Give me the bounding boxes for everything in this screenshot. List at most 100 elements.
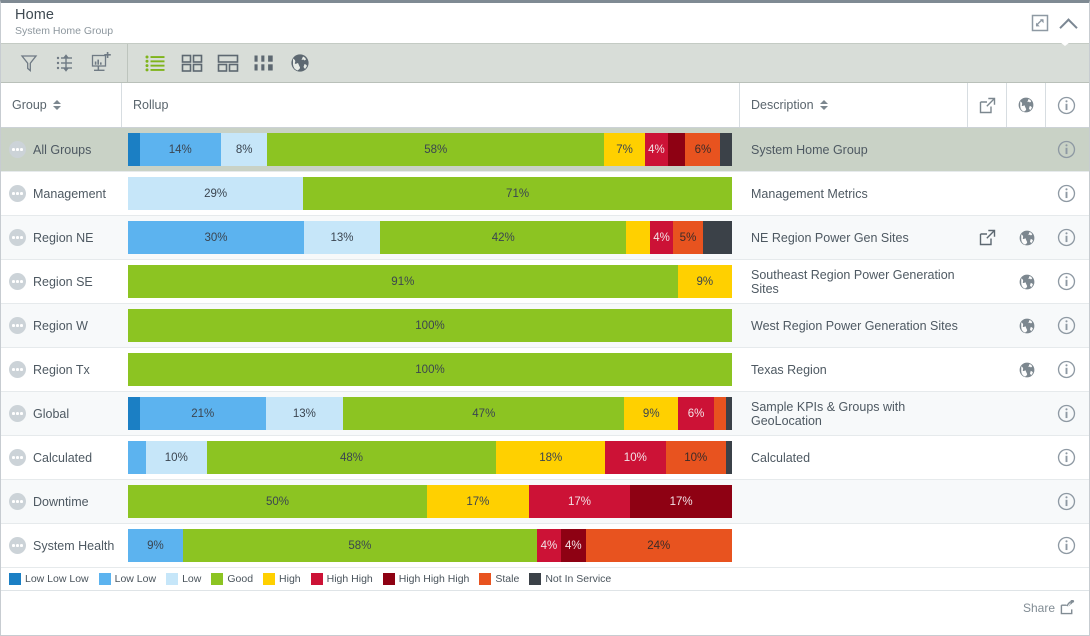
row-rollup-cell[interactable]: 29% 71%	[122, 172, 740, 215]
table-row[interactable]: System Health 9% 58% 4% 4% 24%	[1, 524, 1089, 568]
rollup-stacked-bar[interactable]: 100%	[128, 353, 732, 386]
rollup-segment[interactable]	[714, 397, 726, 430]
legend-item[interactable]: Stale	[479, 573, 519, 585]
rollup-segment[interactable]: 9%	[624, 397, 679, 430]
filter-icon[interactable]	[11, 46, 47, 80]
row-rollup-cell[interactable]: 91% 9%	[122, 260, 740, 303]
panel-view-icon[interactable]	[210, 46, 246, 80]
legend-item[interactable]: Low Low	[98, 573, 156, 585]
row-rollup-cell[interactable]: 100%	[122, 304, 740, 347]
rollup-stacked-bar[interactable]: 30% 13% 42% 4% 5%	[128, 221, 732, 254]
row-globe-button[interactable]	[1007, 348, 1046, 391]
rollup-segment[interactable]: 91%	[128, 265, 678, 298]
rollup-stacked-bar[interactable]: 100%	[128, 309, 732, 342]
row-menu-icon[interactable]	[9, 229, 26, 246]
rollup-stacked-bar[interactable]: 50% 17% 17% 17%	[128, 485, 732, 518]
list-view-icon[interactable]	[138, 46, 174, 80]
row-info-button[interactable]	[1046, 216, 1087, 259]
rollup-segment[interactable]: 17%	[427, 485, 529, 518]
legend-item[interactable]: Good	[211, 573, 253, 585]
table-row[interactable]: Region SE 91% 9% Southeast Region Power Gen…	[1, 260, 1089, 304]
rollup-segment[interactable]: 24%	[585, 529, 732, 562]
rollup-stacked-bar[interactable]: 91% 9%	[128, 265, 732, 298]
rollup-segment[interactable]	[626, 221, 650, 254]
row-menu-icon[interactable]	[9, 185, 26, 202]
row-menu-icon[interactable]	[9, 449, 26, 466]
rollup-segment[interactable]: 58%	[182, 529, 537, 562]
rollup-segment[interactable]: 29%	[128, 177, 304, 210]
rollup-segment[interactable]: 13%	[265, 397, 344, 430]
table-row[interactable]: Calculated 10% 48% 18% 10% 10% Calculated	[1, 436, 1089, 480]
row-rollup-cell[interactable]: 100%	[122, 348, 740, 391]
rollup-segment[interactable]: 17%	[528, 485, 631, 518]
rollup-segment[interactable]: 17%	[630, 485, 732, 518]
rollup-segment[interactable]	[720, 133, 732, 166]
rollup-segment[interactable]: 9%	[128, 529, 183, 562]
row-menu-icon[interactable]	[9, 317, 26, 334]
rollup-segment[interactable]: 6%	[685, 133, 721, 166]
row-external-link-button[interactable]	[968, 216, 1007, 259]
row-menu-icon[interactable]	[9, 273, 26, 290]
rollup-segment[interactable]: 100%	[128, 309, 732, 342]
legend-item[interactable]: Not In Service	[529, 573, 611, 585]
row-globe-button[interactable]	[1007, 216, 1046, 259]
row-info-button[interactable]	[1046, 436, 1087, 479]
row-rollup-cell[interactable]: 14% 8% 58% 7% 4% 6%	[122, 128, 740, 171]
rollup-segment[interactable]: 14%	[139, 133, 221, 166]
rollup-stacked-bar[interactable]: 10% 48% 18% 10% 10%	[128, 441, 732, 474]
rollup-segment[interactable]: 10%	[146, 441, 207, 474]
rollup-segment[interactable]: 4%	[536, 529, 562, 562]
table-row[interactable]: Global 21% 13% 47% 9% 6% Sample KPIs & Groups …	[1, 392, 1089, 436]
rollup-segment[interactable]: 8%	[220, 133, 268, 166]
expand-icon[interactable]	[1031, 14, 1049, 32]
sort-icon[interactable]	[47, 46, 83, 80]
rollup-segment[interactable]: 50%	[128, 485, 427, 518]
column-header-description[interactable]: Description	[740, 83, 968, 127]
table-row[interactable]: Region W 100% West Region Power Generation…	[1, 304, 1089, 348]
sort-arrows-icon[interactable]	[819, 100, 828, 110]
rollup-segment[interactable]: 7%	[604, 133, 645, 166]
row-rollup-cell[interactable]: 50% 17% 17% 17%	[122, 480, 740, 523]
legend-item[interactable]: Low	[166, 573, 201, 585]
rollup-segment[interactable]: 58%	[267, 133, 605, 166]
rollup-segment[interactable]: 71%	[303, 177, 732, 210]
row-info-button[interactable]	[1046, 260, 1087, 303]
rollup-segment[interactable]	[668, 133, 686, 166]
rollup-segment[interactable]: 4%	[644, 133, 669, 166]
row-info-button[interactable]	[1046, 172, 1087, 215]
share-button[interactable]: Share	[1023, 600, 1075, 615]
chevron-up-icon[interactable]	[1059, 13, 1079, 33]
rollup-segment[interactable]: 10%	[605, 441, 666, 474]
rollup-segment[interactable]	[725, 441, 732, 474]
rollup-segment[interactable]: 6%	[678, 397, 715, 430]
rollup-segment[interactable]: 18%	[496, 441, 606, 474]
table-row[interactable]: Downtime 50% 17% 17% 17%	[1, 480, 1089, 524]
globe-view-icon[interactable]	[282, 46, 318, 80]
rollup-segment[interactable]: 4%	[561, 529, 586, 562]
rollup-segment[interactable]: 47%	[343, 397, 625, 430]
row-info-button[interactable]	[1046, 304, 1087, 347]
row-menu-icon[interactable]	[9, 361, 26, 378]
rollup-segment[interactable]: 5%	[673, 221, 703, 254]
table-row[interactable]: Management 29% 71% Management Metrics	[1, 172, 1089, 216]
row-info-button[interactable]	[1046, 392, 1087, 435]
row-globe-button[interactable]	[1007, 260, 1046, 303]
column-header-rollup[interactable]: Rollup	[122, 83, 740, 127]
row-menu-icon[interactable]	[9, 405, 26, 422]
rollup-segment[interactable]	[725, 397, 732, 430]
rollup-segment[interactable]: 48%	[206, 441, 497, 474]
rollup-segment[interactable]	[128, 133, 140, 166]
rollup-segment[interactable]: 100%	[128, 353, 732, 386]
rollup-segment[interactable]	[702, 221, 732, 254]
row-info-button[interactable]	[1046, 480, 1087, 523]
grid-view-icon[interactable]	[174, 46, 210, 80]
row-menu-icon[interactable]	[9, 537, 26, 554]
table-row[interactable]: All Groups 14% 8% 58% 7% 4% 6% System Home Grou…	[1, 128, 1089, 172]
rollup-segment[interactable]: 42%	[380, 221, 627, 254]
column-header-group[interactable]: Group	[1, 83, 122, 127]
rollup-segment[interactable]	[128, 397, 140, 430]
rollup-segment[interactable]: 10%	[665, 441, 726, 474]
sort-arrows-icon[interactable]	[52, 100, 61, 110]
legend-item[interactable]: High High	[310, 573, 373, 585]
table-row[interactable]: Region NE 30% 13% 42% 4% 5% NE Region Power Ge…	[1, 216, 1089, 260]
